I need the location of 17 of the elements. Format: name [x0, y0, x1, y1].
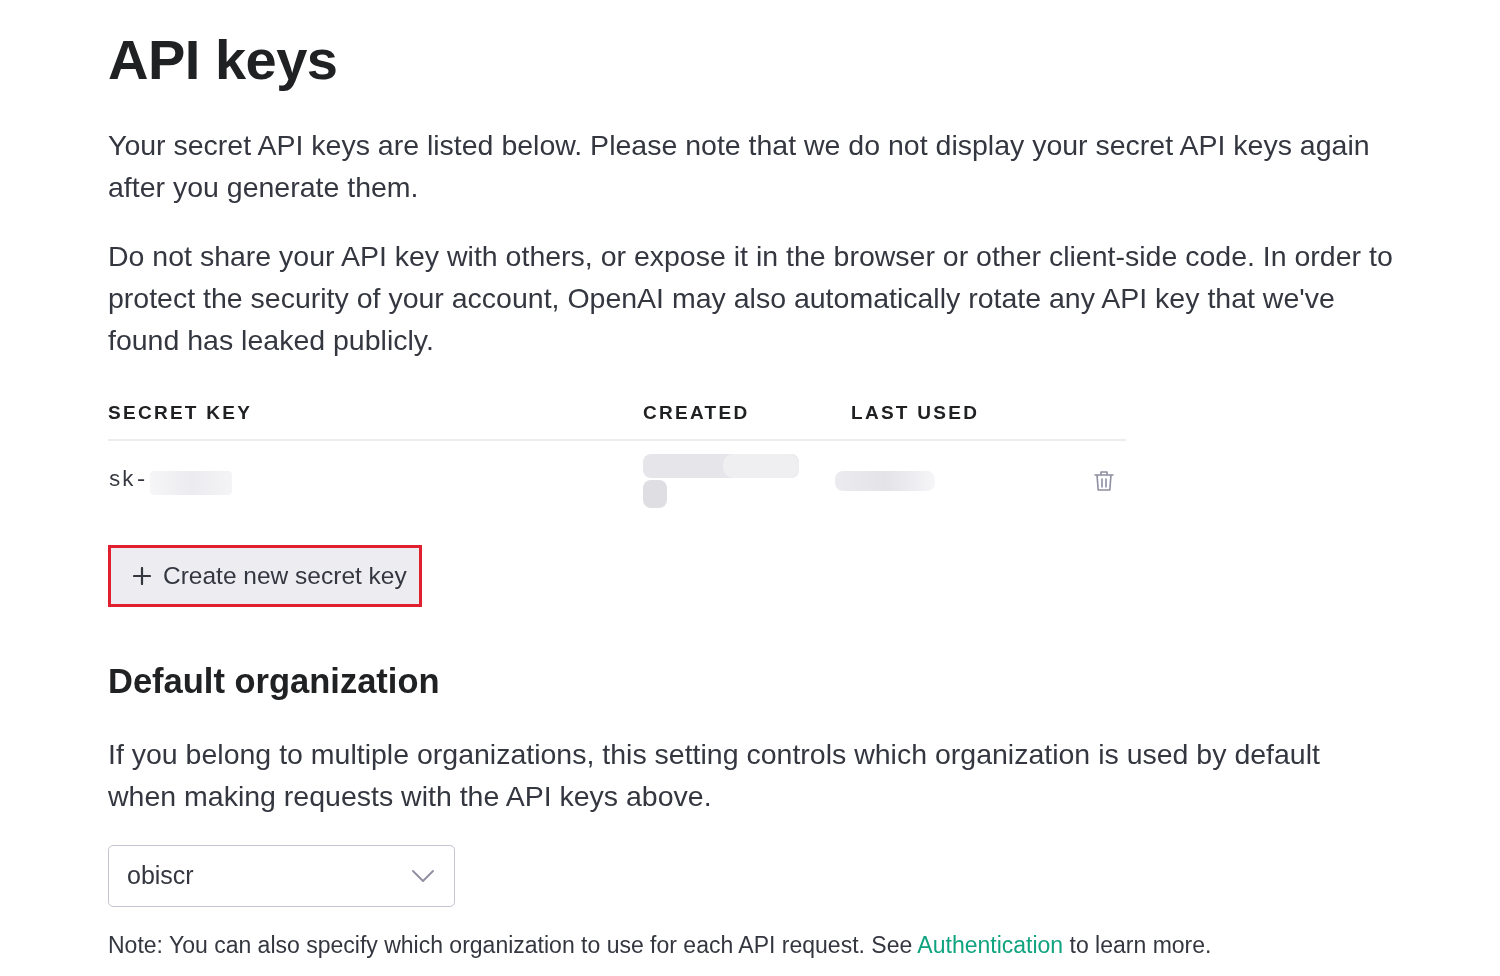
section-heading: Default organization — [108, 661, 441, 702]
create-key-button[interactable]: Create new secret key — [108, 545, 422, 607]
trash-icon — [1094, 470, 1114, 492]
page-title: API keys — [108, 28, 339, 92]
description-paragraph: If you belong to multiple organizations, this setting controls which organization is used by default when making requests with the API keys above. — [108, 737, 1321, 814]
organization-select[interactable]: obiscr — [108, 845, 455, 907]
column-header: LAST USED — [851, 401, 980, 425]
column-header: SECRET KEY — [108, 401, 253, 425]
key-prefix: sk- — [108, 467, 148, 495]
delete-button[interactable] — [1094, 470, 1114, 492]
select-value: obiscr — [127, 860, 194, 892]
description-paragraph: Your secret API keys are listed below. Please note that we do not display your secret API keys again after you generate them. — [108, 128, 1371, 205]
chevron-down-icon — [412, 870, 434, 882]
plus-icon — [133, 567, 151, 585]
description-paragraph: Do not share your API key with others, or expose it in the browser or other client-side code. In order to protect the security of your account, OpenAI may also automatically rotate any API key that we've found has leaked publicly. — [108, 239, 1394, 358]
note-text: Note: You can also specify which organization to use for each API request. See Authentication to learn more. — [108, 931, 1213, 959]
column-header: CREATED — [643, 401, 750, 425]
